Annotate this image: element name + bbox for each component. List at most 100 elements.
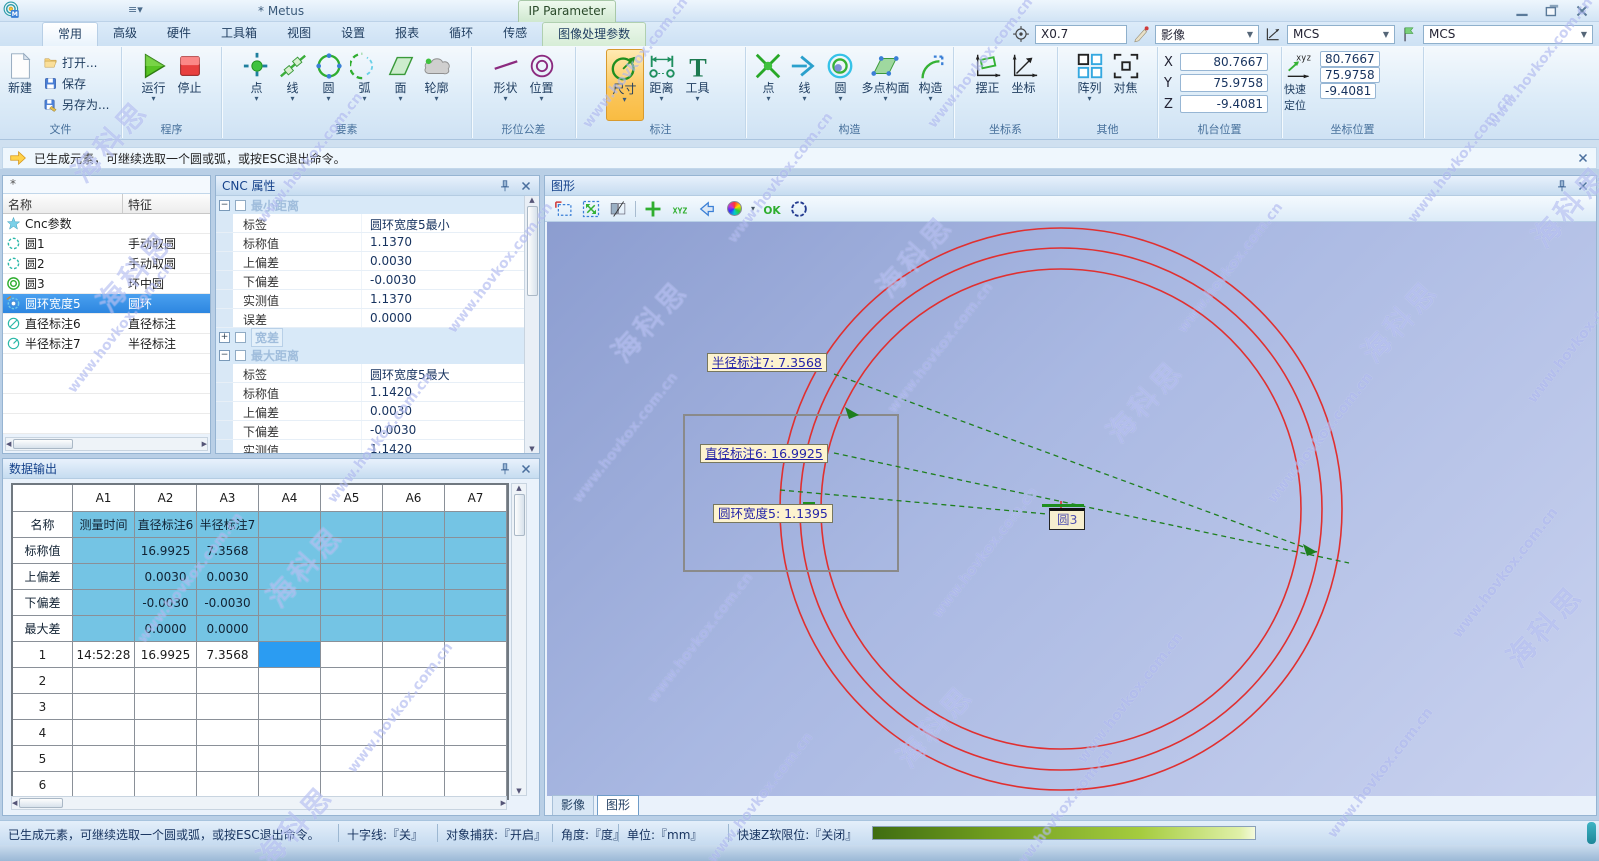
collapse-box-icon[interactable]: −: [219, 200, 230, 211]
property-value[interactable]: 0.0030: [361, 402, 524, 420]
ribbon-button-cons-point[interactable]: 点▾: [750, 49, 786, 121]
collapse-box-icon[interactable]: −: [219, 350, 230, 361]
table-cell[interactable]: [259, 720, 321, 746]
tab-8[interactable]: 循环: [434, 22, 488, 46]
data-hscrollbar[interactable]: ◀▶: [11, 796, 507, 810]
table-cell[interactable]: [445, 694, 507, 720]
tree-row-5[interactable]: 圆环宽度5圆环: [3, 294, 210, 314]
cnc-group-header[interactable]: −最大距离: [216, 346, 524, 364]
coord-x-field[interactable]: 80.7667: [1320, 51, 1380, 67]
tab-3[interactable]: 硬件: [152, 22, 206, 46]
tab-7[interactable]: 报表: [380, 22, 434, 46]
table-cell[interactable]: [321, 538, 383, 564]
table-cell[interactable]: [445, 616, 507, 642]
tab-10[interactable]: 图像处理参数: [542, 22, 646, 46]
view-tab-2[interactable]: 图形: [597, 795, 639, 815]
pin-icon[interactable]: [498, 462, 512, 476]
table-cell[interactable]: [197, 772, 259, 798]
ribbon-button-stop[interactable]: 停止: [172, 49, 208, 121]
table-cell[interactable]: [321, 668, 383, 694]
table-cell[interactable]: [383, 720, 445, 746]
table-cell[interactable]: [135, 772, 197, 798]
table-cell[interactable]: 14:52:28: [73, 642, 135, 668]
machine-x-field[interactable]: 80.7667: [1180, 53, 1268, 71]
coord-system2-combo[interactable]: MCS▼: [1423, 25, 1593, 44]
gt-circle-icon[interactable]: [789, 199, 809, 219]
table-cell[interactable]: 16.9925: [135, 538, 197, 564]
table-cell[interactable]: -0.0030: [135, 590, 197, 616]
table-cell[interactable]: [321, 564, 383, 590]
table-cell[interactable]: [259, 564, 321, 590]
table-cell[interactable]: [321, 694, 383, 720]
checkbox[interactable]: [235, 350, 246, 361]
table-cell[interactable]: [321, 590, 383, 616]
ribbon-button-circle-elem[interactable]: 圆▾: [311, 49, 347, 121]
ribbon-button-dim-tool[interactable]: T工具▾: [680, 49, 716, 121]
machine-y-field[interactable]: 75.9758: [1180, 74, 1268, 92]
table-cell[interactable]: [73, 720, 135, 746]
tab-9[interactable]: 传感: [488, 22, 542, 46]
ribbon-button-plane-elem[interactable]: 面▾: [383, 49, 419, 121]
property-value[interactable]: 1.1370: [361, 233, 524, 251]
table-cell[interactable]: [135, 746, 197, 772]
ribbon-button-open[interactable]: 打开...: [43, 54, 109, 71]
quick-access-caret-icon[interactable]: ≡▾: [128, 3, 143, 16]
table-cell[interactable]: 0.0000: [197, 616, 259, 642]
column-header[interactable]: A1: [73, 485, 135, 512]
tree-row-4[interactable]: 圆3环中圆: [3, 274, 210, 294]
target-icon[interactable]: [1012, 25, 1030, 43]
column-header[interactable]: A4: [259, 485, 321, 512]
ribbon-button-construct[interactable]: 构造▾: [913, 49, 949, 121]
table-cell[interactable]: [321, 616, 383, 642]
gt-ok-icon[interactable]: OK: [762, 199, 782, 219]
table-cell[interactable]: [383, 642, 445, 668]
property-value[interactable]: -0.0030: [361, 271, 524, 289]
ribbon-button-quickpos[interactable]: xyz 快速定位: [1284, 51, 1314, 121]
view-mode-combo[interactable]: 影像▼: [1155, 25, 1259, 44]
coord-z-field[interactable]: -9.4081: [1320, 83, 1376, 99]
table-cell[interactable]: [383, 746, 445, 772]
property-value[interactable]: 圆环宽度5最大: [361, 364, 524, 382]
annotation-label-2[interactable]: 直径标注6: 16.9925: [700, 444, 828, 463]
coord-y-field[interactable]: 75.9758: [1320, 67, 1380, 83]
table-cell[interactable]: [259, 694, 321, 720]
table-cell[interactable]: [383, 694, 445, 720]
gt-back-icon[interactable]: [697, 199, 717, 219]
ribbon-button-point[interactable]: 点▾: [239, 49, 275, 121]
table-cell[interactable]: [73, 772, 135, 798]
machine-z-field[interactable]: -9.4081: [1180, 95, 1268, 113]
pin-icon[interactable]: [498, 179, 512, 193]
tree-header-name[interactable]: 名称: [3, 194, 123, 213]
table-cell[interactable]: [197, 720, 259, 746]
tree-row-6[interactable]: 直径标注6直径标注: [3, 314, 210, 334]
graphics-canvas[interactable]: 半径标注7: 7.3568直径标注6: 16.9925圆环宽度5: 1.1395…: [547, 222, 1596, 796]
ribbon-button-dim-distance[interactable]: 距离▾: [644, 49, 680, 121]
ribbon-button-new-file[interactable]: 新建: [2, 49, 38, 121]
flag-icon[interactable]: [1400, 25, 1418, 43]
axis-icon[interactable]: [1264, 25, 1282, 43]
data-vscrollbar[interactable]: ▲▼: [511, 483, 527, 796]
gt-region-icon[interactable]: [554, 199, 574, 219]
table-cell[interactable]: [73, 538, 135, 564]
tab-6[interactable]: 设置: [326, 22, 380, 46]
tree-row-3[interactable]: 圆2手动取圆: [3, 254, 210, 274]
table-cell[interactable]: 7.3568: [197, 538, 259, 564]
table-cell[interactable]: [445, 668, 507, 694]
annotation-label-3[interactable]: 圆环宽度5: 1.1395: [713, 504, 833, 523]
tree-row-2[interactable]: 圆1手动取圆: [3, 234, 210, 254]
property-value[interactable]: 1.1420: [361, 383, 524, 401]
tab-4[interactable]: 工具箱: [206, 22, 272, 46]
ribbon-button-save-as[interactable]: 另存为...: [43, 96, 109, 113]
table-cell[interactable]: [259, 512, 321, 538]
table-cell[interactable]: [445, 642, 507, 668]
expand-box-icon[interactable]: +: [219, 332, 230, 343]
ribbon-button-dim-size[interactable]: 尺寸▾: [606, 49, 644, 121]
table-cell[interactable]: -0.0030: [197, 590, 259, 616]
table-cell[interactable]: [135, 720, 197, 746]
table-cell[interactable]: [383, 772, 445, 798]
tree-row-1[interactable]: Cnc参数: [3, 214, 210, 234]
magnification-combo[interactable]: X0.7: [1035, 25, 1127, 44]
tab-1[interactable]: 常用: [42, 22, 98, 46]
table-cell[interactable]: [197, 746, 259, 772]
table-cell[interactable]: [259, 746, 321, 772]
